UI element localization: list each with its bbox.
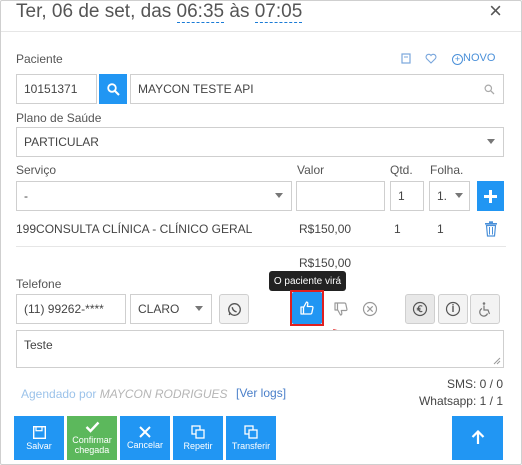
page-title: Ter, 06 de set, das 06:35 às 07:05: [16, 1, 303, 23]
sheet-value: 1.: [437, 189, 448, 203]
close-circle-icon: [362, 301, 378, 317]
service-row-sheet: 1: [437, 222, 444, 236]
service-label: Serviço: [16, 163, 57, 177]
service-code: 199: [16, 222, 37, 236]
service-name: CONSULTA CLÍNICA - CLÍNICO GERAL: [36, 222, 253, 236]
wheelchair-icon: [479, 302, 491, 317]
confirm-label-2: chegada: [74, 445, 110, 455]
chevron-down-icon: [455, 193, 463, 198]
plan-label: Plano de Saúde: [16, 111, 102, 125]
scroll-top-button[interactable]: [452, 416, 503, 460]
repeat-button[interactable]: Repetir: [173, 416, 223, 460]
confirm-label-1: Confirmar: [72, 435, 112, 445]
close-icon: [139, 426, 151, 438]
sheet-label: Folha.: [430, 163, 464, 177]
info-button[interactable]: [438, 294, 468, 324]
save-button[interactable]: Salvar: [14, 416, 64, 460]
cancel-circle-button[interactable]: [355, 294, 385, 324]
plus-circle-icon: +: [452, 54, 463, 65]
value-field[interactable]: [296, 181, 385, 211]
search-icon: [106, 82, 120, 96]
patient-search-button[interactable]: [99, 74, 127, 104]
scheduled-by: Agendado por MAYCON RODRIGUES: [21, 387, 228, 401]
patient-name-field[interactable]: MAYCON TESTE API: [130, 74, 504, 104]
scheduled-prefix: Agendado por: [21, 387, 97, 401]
tooltip: O paciente virá: [269, 271, 346, 296]
resize-handle-icon: [493, 357, 501, 365]
sms-counter: SMS: 0 / 0: [446, 377, 503, 391]
chevron-down-icon: [487, 139, 495, 144]
title-between: às: [224, 1, 255, 22]
arrow-up-icon: [471, 429, 484, 444]
save-label: Salvar: [26, 440, 52, 451]
trash-icon[interactable]: [476, 214, 506, 244]
scheduled-user: MAYCON RODRIGUES: [99, 387, 228, 401]
service-row: 199CONSULTA CLÍNICA - CLÍNICO GERAL: [16, 222, 252, 236]
transfer-button[interactable]: Transferir: [226, 416, 276, 460]
info-circle-icon: [445, 301, 461, 317]
plan-value: PARTICULAR: [24, 135, 99, 149]
plan-select[interactable]: PARTICULAR: [16, 127, 504, 157]
chevron-down-icon: [195, 306, 203, 311]
close-icon[interactable]: ×: [489, 0, 502, 24]
notes-value: Teste: [24, 338, 53, 352]
quantity-label: Qtd.: [390, 163, 413, 177]
copy-icon: [244, 425, 258, 439]
carrier-select[interactable]: CLARO: [130, 294, 212, 324]
thumbs-down-icon: [334, 302, 348, 316]
divider: [16, 246, 506, 247]
add-service-button[interactable]: [477, 181, 504, 211]
confirm-arrival-button[interactable]: Confirmar chegada: [67, 416, 117, 460]
patient-name-value: MAYCON TESTE API: [138, 82, 254, 96]
new-patient-button[interactable]: + NOVO: [452, 52, 495, 65]
service-select[interactable]: -: [16, 181, 292, 211]
sheet-select[interactable]: 1.: [429, 181, 470, 211]
notes-field[interactable]: Teste: [16, 330, 504, 368]
phone-label: Telefone: [16, 277, 62, 291]
accessibility-button[interactable]: [470, 294, 500, 324]
value-label: Valor: [297, 163, 325, 177]
cancel-button[interactable]: Cancelar: [120, 416, 170, 460]
whatsapp-icon: [227, 302, 241, 316]
check-icon: [85, 421, 99, 433]
start-time-link[interactable]: 06:35: [176, 1, 225, 23]
repeat-label: Repetir: [183, 441, 213, 451]
euro-icon: [412, 301, 428, 317]
heart-icon[interactable]: [416, 43, 446, 73]
title-date: Ter, 06 de set, das: [16, 1, 177, 22]
whatsapp-button[interactable]: [219, 294, 249, 324]
carrier-value: CLARO: [138, 302, 180, 316]
view-logs-link[interactable]: [Ver logs]: [236, 386, 286, 400]
total-value: R$150,00: [299, 256, 352, 270]
new-patient-label: NOVO: [463, 52, 496, 64]
service-value: -: [24, 189, 28, 203]
plus-icon: [484, 189, 497, 203]
cancel-label: Cancelar: [126, 440, 164, 450]
divider: [1, 31, 521, 32]
patient-wont-come-button[interactable]: [326, 294, 356, 324]
end-time-link[interactable]: 07:05: [254, 1, 303, 23]
highlight-box: [290, 290, 324, 326]
search-icon: [484, 84, 495, 95]
patient-id-field[interactable]: 10151371: [16, 74, 97, 104]
save-icon: [32, 425, 46, 439]
copy-icon: [191, 425, 205, 439]
service-row-value: R$150,00: [299, 222, 352, 236]
payment-button[interactable]: [405, 294, 435, 324]
phone-field[interactable]: (11) 99262-****: [16, 294, 126, 324]
quantity-field[interactable]: 1: [390, 181, 424, 211]
patient-label: Paciente: [16, 52, 63, 66]
service-row-qty: 1: [394, 222, 401, 236]
whatsapp-counter: Whatsapp: 1 / 1: [418, 394, 503, 408]
chevron-down-icon: [275, 193, 283, 198]
transfer-label: Transferir: [231, 441, 271, 451]
